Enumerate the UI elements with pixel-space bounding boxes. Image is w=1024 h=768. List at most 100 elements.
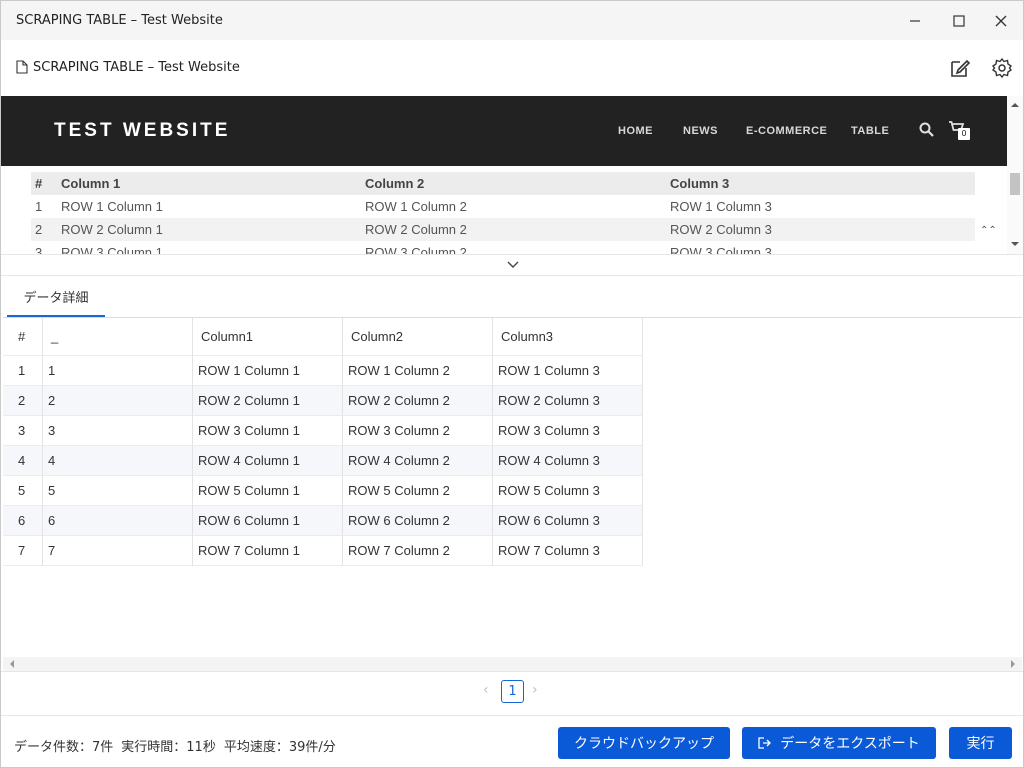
web-preview[interactable]: TEST WEBSITE HOME NEWS E-COMMERCE TABLE … — [1, 96, 1023, 254]
site-table-cell: 1 — [35, 199, 43, 214]
grid-cell[interactable]: ROW 3 Column 1 — [193, 416, 343, 446]
site-table-cell: ROW 2 Column 3 — [670, 222, 772, 237]
grid-header-cell[interactable]: Column2 — [343, 318, 493, 356]
grid-cell[interactable]: 1 — [3, 356, 43, 386]
minimize-icon — [910, 19, 920, 22]
run-time: 実行時間：11秒 — [121, 740, 216, 755]
grid-header-cell[interactable]: _ — [43, 318, 193, 356]
grid-horizontal-scrollbar[interactable] — [3, 657, 1022, 671]
grid-cell[interactable]: ROW 5 Column 2 — [343, 476, 493, 506]
grid-cell[interactable]: ROW 6 Column 1 — [193, 506, 343, 536]
table-row[interactable]: 7 7 ROW 7 Column 1 ROW 7 Column 2 ROW 7 … — [3, 536, 643, 566]
site-table-header-cell: Column 3 — [670, 176, 730, 191]
data-grid: # _ Column1 Column2 Column3 1 1 ROW 1 Co… — [3, 317, 1022, 657]
grid-cell[interactable]: ROW 1 Column 1 — [193, 356, 343, 386]
site-table-cell: ROW 2 Column 2 — [365, 222, 467, 237]
grid-cell[interactable]: ROW 3 Column 3 — [493, 416, 643, 446]
footer-bar: データ件数：7件 実行時間：11秒 平均速度：39件/分 クラウドバックアップ デー… — [1, 715, 1023, 767]
grid-cell[interactable]: ROW 2 Column 3 — [493, 386, 643, 416]
close-button[interactable] — [979, 1, 1023, 40]
table-row[interactable]: 2 2 ROW 2 Column 1 ROW 2 Column 2 ROW 2 … — [3, 386, 643, 416]
grid-cell[interactable]: ROW 3 Column 2 — [343, 416, 493, 446]
grid-cell[interactable]: 2 — [3, 386, 43, 416]
tab-data-details[interactable]: データ詳細 — [7, 286, 105, 317]
grid-header-cell[interactable]: Column1 — [193, 318, 343, 356]
grid-cell[interactable]: ROW 1 Column 3 — [493, 356, 643, 386]
scroll-left-arrow-icon[interactable] — [9, 660, 15, 668]
run-button[interactable]: 実行 — [949, 727, 1012, 759]
grid-cell[interactable]: 4 — [3, 446, 43, 476]
table-row[interactable]: 4 4 ROW 4 Column 1 ROW 4 Column 2 ROW 4 … — [3, 446, 643, 476]
edit-icon[interactable] — [949, 57, 971, 79]
chevron-down-icon[interactable] — [507, 261, 519, 269]
grid-cell[interactable]: 5 — [3, 476, 43, 506]
scroll-to-top-icon[interactable]: ⌃⌃ — [980, 225, 997, 236]
grid-cell[interactable]: ROW 5 Column 1 — [193, 476, 343, 506]
gear-icon[interactable] — [991, 57, 1013, 79]
grid-cell[interactable]: ROW 5 Column 3 — [493, 476, 643, 506]
site-table-cell: 2 — [35, 222, 43, 237]
scroll-down-arrow-icon[interactable] — [1011, 241, 1019, 247]
maximize-button[interactable] — [937, 1, 981, 40]
preview-scrollbar[interactable] — [1007, 96, 1023, 254]
grid-cell[interactable]: ROW 4 Column 1 — [193, 446, 343, 476]
grid-header-cell[interactable]: # — [3, 318, 43, 356]
export-data-button[interactable]: データをエクスポート — [742, 727, 936, 759]
site-nav-ecommerce[interactable]: E-COMMERCE — [746, 125, 827, 137]
grid-cell[interactable]: ROW 6 Column 3 — [493, 506, 643, 536]
search-icon[interactable] — [919, 122, 934, 137]
grid-cell[interactable]: 7 — [3, 536, 43, 566]
prev-page-icon[interactable]: ‹ — [483, 682, 489, 698]
table-row[interactable]: 1 1 ROW 1 Column 1 ROW 1 Column 2 ROW 1 … — [3, 356, 643, 386]
data-count: データ件数：7件 — [14, 740, 114, 755]
grid-cell[interactable]: ROW 7 Column 3 — [493, 536, 643, 566]
grid-cell[interactable]: ROW 6 Column 2 — [343, 506, 493, 536]
grid-cell[interactable]: ROW 4 Column 2 — [343, 446, 493, 476]
grid-header-cell[interactable]: Column3 — [493, 318, 643, 356]
site-nav-home[interactable]: HOME — [618, 125, 653, 137]
page-title: SCRAPING TABLE – Test Website — [33, 60, 240, 75]
scroll-right-arrow-icon[interactable] — [1010, 660, 1016, 668]
cloud-backup-button[interactable]: クラウドバックアップ — [558, 727, 730, 759]
grid-cell[interactable]: 6 — [3, 506, 43, 536]
site-table-cell: ROW 1 Column 2 — [365, 199, 467, 214]
grid-cell[interactable]: ROW 7 Column 2 — [343, 536, 493, 566]
close-icon — [995, 15, 1007, 26]
site-table-header-cell: Column 1 — [61, 176, 121, 191]
grid-cell[interactable]: ROW 7 Column 1 — [193, 536, 343, 566]
grid-header-row: # _ Column1 Column2 Column3 — [3, 318, 643, 356]
page-number-button[interactable]: 1 — [501, 680, 524, 703]
grid-cell[interactable]: ROW 2 Column 1 — [193, 386, 343, 416]
site-table-cell: ROW 3 Column 3 — [670, 245, 772, 254]
preview-scrollbar-thumb[interactable] — [1010, 173, 1020, 195]
next-page-icon[interactable]: › — [532, 682, 538, 698]
app-window: SCRAPING TABLE – Test Website SCRAPING T… — [0, 0, 1024, 768]
scroll-up-arrow-icon[interactable] — [1011, 102, 1019, 108]
grid-cell[interactable]: 1 — [43, 356, 193, 386]
table-row[interactable]: 3 3 ROW 3 Column 1 ROW 3 Column 2 ROW 3 … — [3, 416, 643, 446]
site-table-cell: ROW 3 Column 2 — [365, 245, 467, 254]
site-table: # Column 1 Column 2 Column 3 1 ROW 1 Col… — [31, 172, 975, 254]
grid-cell[interactable]: 5 — [43, 476, 193, 506]
grid-cell[interactable]: 3 — [3, 416, 43, 446]
grid-cell[interactable]: 2 — [43, 386, 193, 416]
grid-cell[interactable]: 7 — [43, 536, 193, 566]
site-nav-news[interactable]: NEWS — [683, 125, 718, 137]
grid-cell[interactable]: 3 — [43, 416, 193, 446]
site-table-header-cell: Column 2 — [365, 176, 425, 191]
grid-cell[interactable]: 6 — [43, 506, 193, 536]
minimize-button[interactable] — [893, 1, 937, 40]
site-table-row: 3 ROW 3 Column 1 ROW 3 Column 2 ROW 3 Co… — [31, 241, 975, 254]
grid-cell[interactable]: ROW 4 Column 3 — [493, 446, 643, 476]
table-row[interactable]: 6 6 ROW 6 Column 1 ROW 6 Column 2 ROW 6 … — [3, 506, 643, 536]
site-nav-table[interactable]: TABLE — [851, 125, 889, 137]
panel-splitter[interactable] — [1, 254, 1023, 276]
cart-count-badge: 0 — [958, 128, 970, 140]
site-table-cell: ROW 1 Column 1 — [61, 199, 163, 214]
table-row[interactable]: 5 5 ROW 5 Column 1 ROW 5 Column 2 ROW 5 … — [3, 476, 643, 506]
export-data-label: データをエクスポート — [780, 735, 920, 751]
grid-cell[interactable]: 4 — [43, 446, 193, 476]
site-logo[interactable]: TEST WEBSITE — [54, 120, 230, 142]
grid-cell[interactable]: ROW 1 Column 2 — [343, 356, 493, 386]
grid-cell[interactable]: ROW 2 Column 2 — [343, 386, 493, 416]
